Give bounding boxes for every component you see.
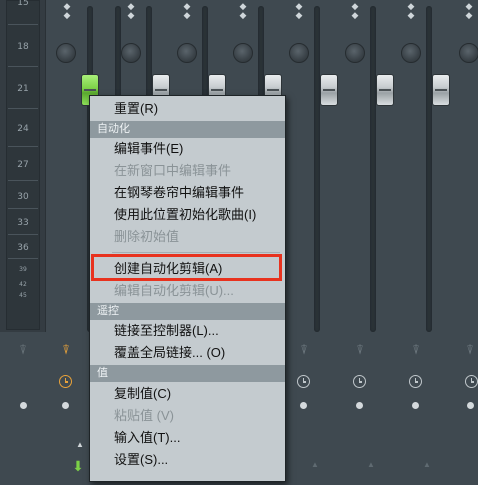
link-icon-active[interactable]: ⍒ <box>58 342 74 358</box>
pan-arrows-icon[interactable]: ◆ ◆ <box>402 2 420 28</box>
pan-arrows-icon[interactable]: ◆ ◆ <box>122 2 140 28</box>
meter-tick <box>8 258 38 259</box>
db-label-33: 33 <box>17 218 29 228</box>
menu-item-edit-events-new-window[interactable]: 在新窗口中编辑事件 <box>90 160 285 182</box>
route-dot[interactable] <box>300 402 307 409</box>
pan-knob[interactable] <box>289 43 309 63</box>
link-icon[interactable]: ⍒ <box>296 342 312 358</box>
menu-header-value: 值 <box>90 365 285 382</box>
fader-track <box>426 6 432 332</box>
pan-knob[interactable] <box>345 43 365 63</box>
scroll-up-icon[interactable]: ▲ <box>367 460 375 469</box>
db-label-36: 36 <box>17 243 29 253</box>
meter-tick <box>8 66 38 67</box>
scroll-up-icon[interactable]: ▲ <box>423 460 431 469</box>
link-icon[interactable]: ⍒ <box>462 342 478 358</box>
pan-arrows-icon[interactable]: ◆ ◆ <box>346 2 364 28</box>
automation-clock-icon[interactable] <box>353 375 366 388</box>
context-menu: 重置(R) 自动化 编辑事件(E) 在新窗口中编辑事件 在钢琴卷帘中编辑事件 使… <box>89 95 286 482</box>
volume-fader[interactable] <box>432 74 450 106</box>
link-icon[interactable]: ⍒ <box>408 342 424 358</box>
menu-item-delete-initial-value[interactable]: 删除初始值 <box>90 226 285 248</box>
menu-item-override-global-link[interactable]: 覆盖全局链接... (O) <box>90 342 285 364</box>
route-dot[interactable] <box>356 402 363 409</box>
menu-item-reset[interactable]: 重置(R) <box>90 98 285 120</box>
menu-item-edit-events[interactable]: 编辑事件(E) <box>90 138 285 160</box>
annotation-highlight-box <box>91 254 282 281</box>
db-label-39: 39 <box>19 266 27 273</box>
scroll-up-icon[interactable]: ▲ <box>76 440 84 449</box>
db-label-27: 27 <box>17 160 29 170</box>
automation-clock-icon[interactable] <box>297 375 310 388</box>
meter-tick <box>8 208 38 209</box>
menu-item-edit-events-piano-roll[interactable]: 在钢琴卷帘中编辑事件 <box>90 182 285 204</box>
db-label-18: 18 <box>17 42 29 52</box>
mixer-channel-1: ◆ ◆ <box>56 0 78 485</box>
pan-arrows-icon[interactable]: ◆ ◆ <box>290 2 308 28</box>
pan-knob[interactable] <box>459 43 478 63</box>
pan-knob[interactable] <box>121 43 141 63</box>
pan-arrows-icon[interactable]: ◆ ◆ <box>234 2 252 28</box>
meter-tick <box>8 180 38 181</box>
pan-knob[interactable] <box>177 43 197 63</box>
automation-clock-icon[interactable] <box>59 375 72 388</box>
volume-fader[interactable] <box>376 74 394 106</box>
pan-arrows-icon[interactable]: ◆ ◆ <box>178 2 196 28</box>
link-icon[interactable]: ⍒ <box>352 342 368 358</box>
scroll-up-icon[interactable]: ▲ <box>311 460 319 469</box>
menu-separator <box>112 252 280 253</box>
meter-tick <box>8 108 38 109</box>
pan-arrows-icon[interactable]: ◆ ◆ <box>460 2 478 28</box>
menu-item-paste-value[interactable]: 粘贴值 (V) <box>90 405 285 427</box>
link-icon[interactable]: ⍒ <box>15 342 31 358</box>
menu-item-init-song-position[interactable]: 使用此位置初始化歌曲(I) <box>90 204 285 226</box>
db-label-30: 30 <box>17 192 29 202</box>
pan-knob[interactable] <box>56 43 76 63</box>
route-dot[interactable] <box>467 402 474 409</box>
route-dot[interactable] <box>20 402 27 409</box>
fader-track <box>370 6 376 332</box>
db-label-24: 24 <box>17 124 29 134</box>
send-down-arrow-icon[interactable]: ⬇ <box>70 458 86 475</box>
menu-item-link-controller[interactable]: 链接至控制器(L)... <box>90 320 285 342</box>
route-dot[interactable] <box>412 402 419 409</box>
menu-item-copy-value[interactable]: 复制值(C) <box>90 383 285 405</box>
menu-item-type-value[interactable]: 输入值(T)... <box>90 427 285 449</box>
menu-item-edit-automation-clip[interactable]: 编辑自动化剪辑(U)... <box>90 280 285 302</box>
db-label-42: 42 <box>19 281 27 288</box>
menu-item-settings[interactable]: 设置(S)... <box>90 449 285 471</box>
db-label-21: 21 <box>17 84 29 94</box>
db-label-15: 15 <box>17 0 29 8</box>
automation-clock-icon[interactable] <box>409 375 422 388</box>
level-meter-strip: 15 18 21 24 27 30 33 36 39 42 45 <box>0 0 46 332</box>
pan-knob[interactable] <box>401 43 421 63</box>
menu-header-remote: 遥控 <box>90 303 285 320</box>
pan-knob[interactable] <box>233 43 253 63</box>
route-dot[interactable] <box>62 402 69 409</box>
volume-fader[interactable] <box>320 74 338 106</box>
meter-tick <box>8 146 38 147</box>
meter-tick <box>8 234 38 235</box>
fader-track <box>314 6 320 332</box>
meter-tick <box>8 24 38 25</box>
menu-header-automation: 自动化 <box>90 121 285 138</box>
pan-arrows-icon[interactable]: ◆ ◆ <box>58 2 76 28</box>
db-label-45: 45 <box>19 292 27 299</box>
automation-clock-icon[interactable] <box>465 375 478 388</box>
